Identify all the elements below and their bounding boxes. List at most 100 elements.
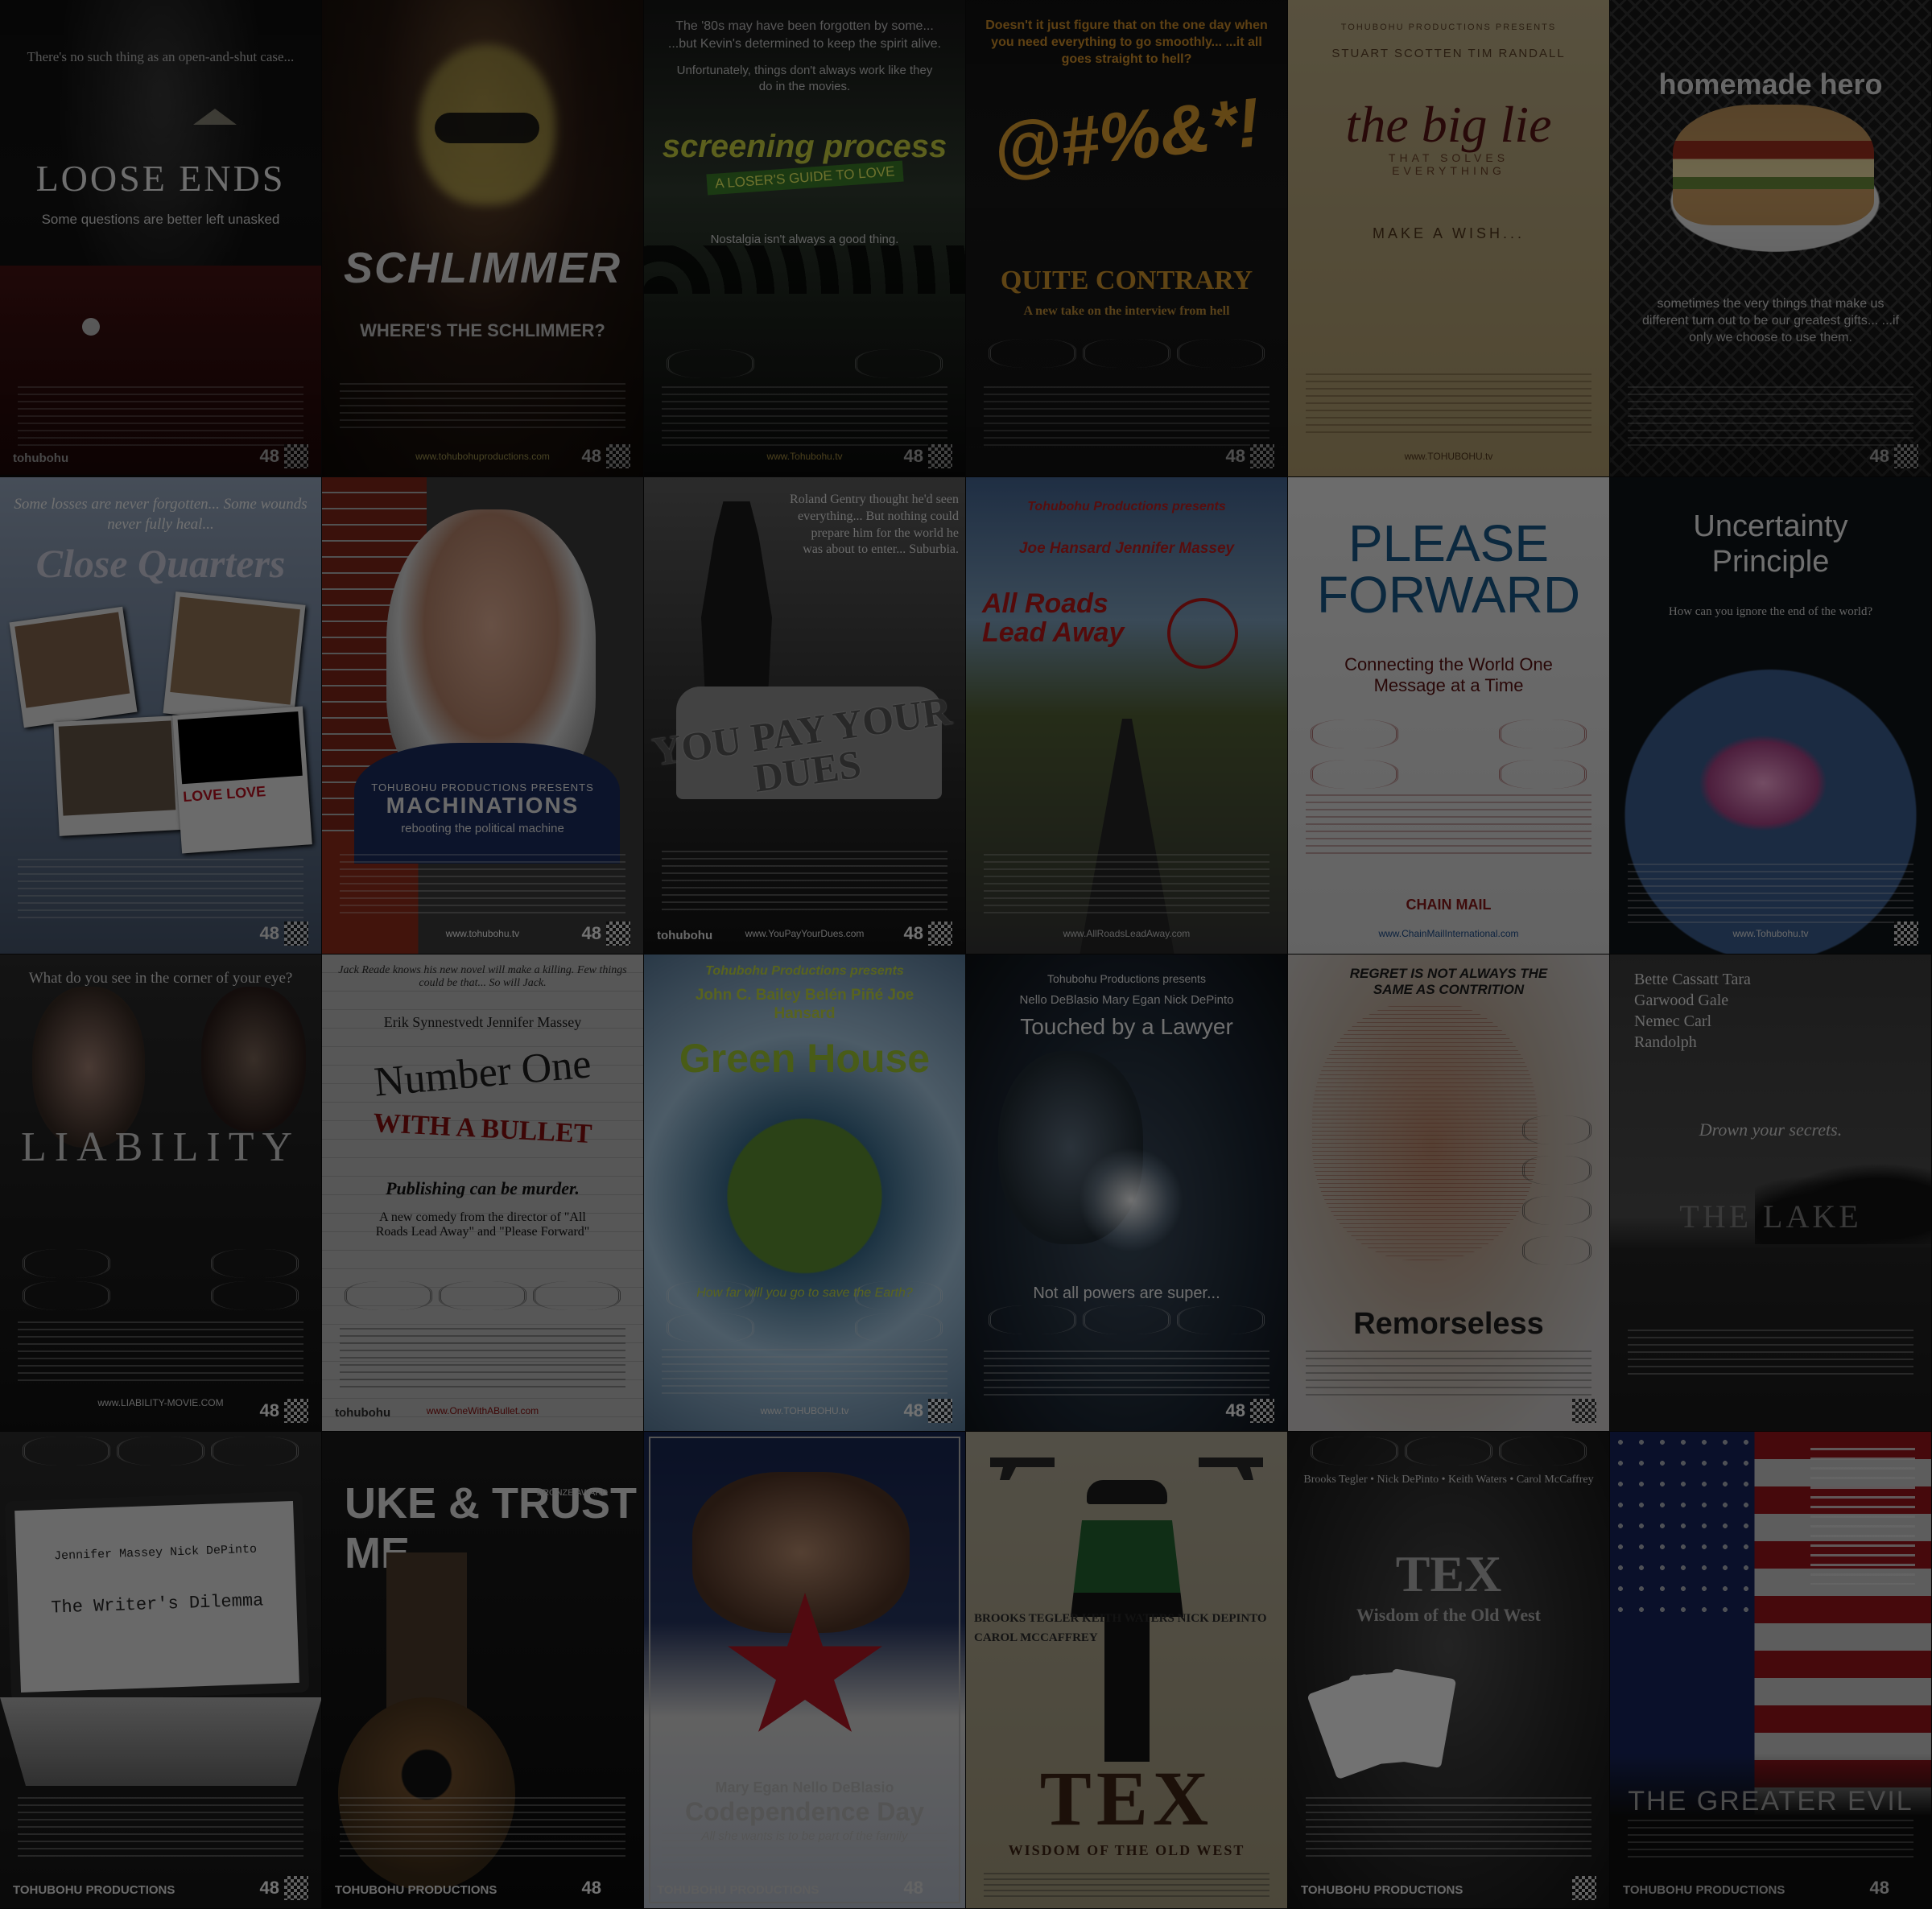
qr-code [1250,444,1274,468]
studio-logo: TOHUBOHU PRODUCTIONS [13,1883,175,1897]
photo-1 [9,606,138,728]
poster-the-big-lie[interactable]: TOHUBOHU PRODUCTIONS PRESENTS STUART SCO… [1288,0,1610,477]
poster-screening-process[interactable]: The '80s may have been forgotten by some… [644,0,966,477]
extra-text: A new take on the interview from hell [1023,304,1230,318]
poster-quite-contrary[interactable]: Doesn't it just figure that on the one d… [966,0,1288,477]
tagline: There's no such thing as an open-and-shu… [27,49,295,64]
revolver-icon-left [990,1458,1055,1480]
poster-loose-ends[interactable]: There's no such thing as an open-and-shu… [0,0,322,477]
poster-title: MACHINATIONS [386,793,580,818]
poster-all-roads-lead-away[interactable]: Tohubohu Productions presents Joe Hansar… [966,477,1288,954]
poster-title: TEX [1039,1755,1214,1841]
poster-green-house[interactable]: Tohubohu Productions presents John C. Ba… [644,954,966,1432]
poster-subtitle: QUITE CONTRARY [1000,266,1253,295]
poster-url[interactable]: www.TOHUBOHU.tv [1288,451,1609,462]
poster-title: @#%&*! [989,83,1264,189]
playing-cards [1307,1665,1465,1786]
chain-mail-logo: CHAIN MAIL [1406,897,1492,913]
tagline: What do you see in the corner of your ey… [28,970,293,987]
48-logo: 48 [903,1878,923,1898]
cast: Brooks Tegler • Nick DePinto • Keith Wat… [1303,1474,1594,1486]
poster-the-lake[interactable]: Bette Cassatt Tara Garwood Gale Nemec Ca… [1610,954,1932,1432]
poster-title: screening process [662,129,947,164]
studio-logo: TOHUBOHU PRODUCTIONS [1623,1883,1785,1897]
poster-title: LIABILITY [20,1124,301,1170]
sandwich-image [1673,105,1874,225]
48-logo: 48 [581,446,601,466]
qr-code [928,922,952,946]
poster-url[interactable]: www.OneWithABullet.com [322,1405,643,1416]
poster-subtitle: THAT SOLVES EVERYTHING [1388,151,1509,177]
road-image [1079,719,1175,954]
poster-uke-and-trust-me[interactable]: UKE & TRUST ME BRONZE AWARD TOHUBOHU PRO… [322,1432,644,1909]
cast: STUART SCOTTEN TIM RANDALL [1331,47,1566,60]
cast: Erik Synnestvedt Jennifer Massey [383,1014,582,1030]
poster-title: LOOSE ENDS [35,158,286,199]
poster-url[interactable]: www.Tohubohu.tv [1610,928,1931,939]
poster-codependence-day[interactable]: Mary Egan Nello DeBlasio Codependence Da… [644,1432,966,1909]
extra-text: Publishing can be murder. [386,1178,580,1198]
poster-close-quarters[interactable]: Some losses are never forgotten... Some … [0,477,322,954]
studio-logo: tohubohu [13,451,69,465]
poster-title: Green House [679,1036,931,1081]
poster-machinations[interactable]: TOHUBOHU PRODUCTIONS PRESENTS MACHINATIO… [322,477,644,954]
poster-url[interactable]: www.ChainMailInternational.com [1288,928,1609,939]
award-list [1810,1448,1915,1585]
cue-ball-icon [82,318,100,336]
sunglasses-icon [435,113,539,143]
poster-title: THE LAKE [1679,1198,1862,1235]
presenter: TOHUBOHU PRODUCTIONS PRESENTS [371,781,594,794]
qr-code [606,444,630,468]
cast: Nello DeBlasio Mary Egan Nick DePinto [1019,993,1234,1007]
audience-silhouettes [644,245,965,294]
poster-subtitle: WITH A BULLET [372,1107,593,1150]
poster-the-writers-dilemma[interactable]: Jennifer Massey Nick DePinto The Writer'… [0,1432,322,1909]
poster-subtitle: Some questions are better left unasked [41,212,280,227]
extra-text: Drown your secrets. [1699,1119,1843,1140]
poster-tex-cards[interactable]: Brooks Tegler • Nick DePinto • Keith Wat… [1288,1432,1610,1909]
poster-you-pay-your-dues[interactable]: Roland Gentry thought he'd seen everythi… [644,477,966,954]
cast: Joe Hansard Jennifer Massey [1018,540,1235,557]
qr-code [284,1399,308,1423]
cowboy-hat-icon [1087,1480,1167,1504]
poster-subtitle: rebooting the political machine [401,822,564,835]
48-logo: 48 [1225,446,1245,466]
poster-touched-by-a-lawyer[interactable]: Tohubohu Productions presents Nello DeBl… [966,954,1288,1432]
credits-block [18,386,303,449]
poster-number-one-with-a-bullet[interactable]: Jack Reade knows his new novel will make… [322,954,644,1432]
poster-remorseless[interactable]: REGRET IS NOT ALWAYS THE SAME AS CONTRIT… [1288,954,1610,1432]
explosion-image [1699,735,1827,831]
glowing-hand [1079,1148,1183,1252]
ukulele-body [338,1697,515,1890]
48-logo: 48 [1869,446,1889,466]
poster-liability[interactable]: What do you see in the corner of your ey… [0,954,322,1432]
poster-tex-western[interactable]: BROOKS TEGLER KEITH WATERS NICK DEPINTO … [966,1432,1288,1909]
poster-title: The Writer's Dilemma [50,1590,264,1618]
poster-title: THE GREATER EVIL [1628,1786,1913,1816]
poster-uncertainty-principle[interactable]: Uncertainty Principle How can you ignore… [1610,477,1932,954]
poster-title: PLEASE FORWARD [1316,514,1581,624]
poster-subtitle: Connecting the World One Message at a Ti… [1344,654,1553,695]
48-logo: 48 [903,923,923,943]
tagline: Some losses are never forgotten... Some … [14,496,308,533]
poster-homemade-hero[interactable]: homemade hero sometimes the very things … [1610,0,1932,477]
extra-text-2: A new comedy from the director of "All R… [375,1210,590,1239]
poster-subtitle: WISDOM OF THE OLD WEST [1008,1842,1245,1858]
poster-title: All Roads Lead Away [982,588,1125,648]
face-man [201,987,306,1132]
qr-code [928,1399,952,1423]
photo-3 [53,715,182,836]
poster-schlimmer[interactable]: SCHLIMMER WHERE'S THE SCHLIMMER? www.toh… [322,0,644,477]
qr-code [1894,922,1918,946]
tagline: How can you ignore the end of the world? [1668,605,1873,618]
poster-title: Close Quarters [35,541,286,586]
poster-url[interactable]: www.AllRoadsLeadAway.com [966,928,1287,939]
poster-please-forward[interactable]: PLEASE FORWARD Connecting the World One … [1288,477,1610,954]
poster-subtitle: A LOSER'S GUIDE TO LOVE [706,160,903,196]
poster-title: homemade hero [1658,68,1883,101]
qr-code [1894,444,1918,468]
poster-the-greater-evil[interactable]: THE GREATER EVIL TOHUBOHU PRODUCTIONS 48 [1610,1432,1932,1909]
presenter: Tohubohu Productions presents [1047,972,1206,985]
poster-title: Codependence Day [685,1797,924,1826]
presenter: Tohubohu Productions presents [705,964,904,978]
